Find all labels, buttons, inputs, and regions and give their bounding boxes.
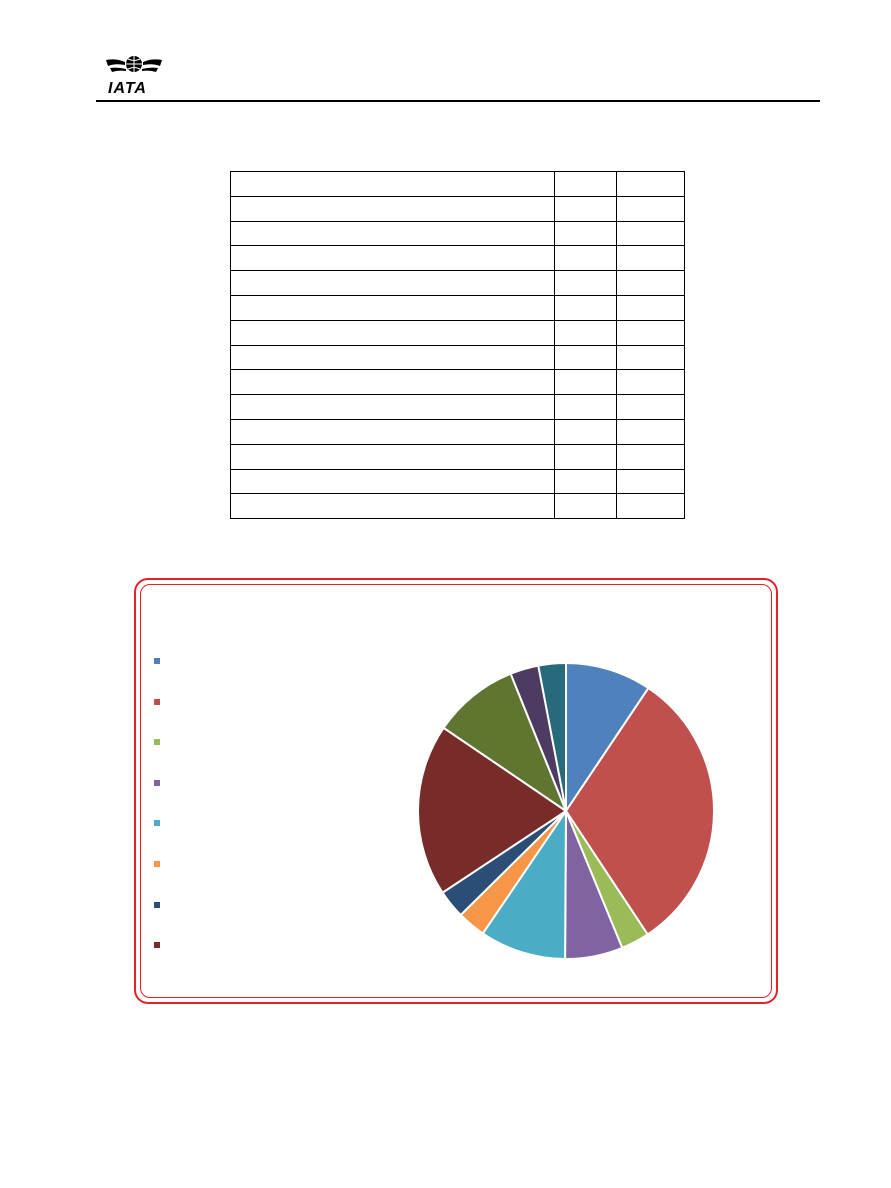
pie-chart — [417, 661, 715, 961]
